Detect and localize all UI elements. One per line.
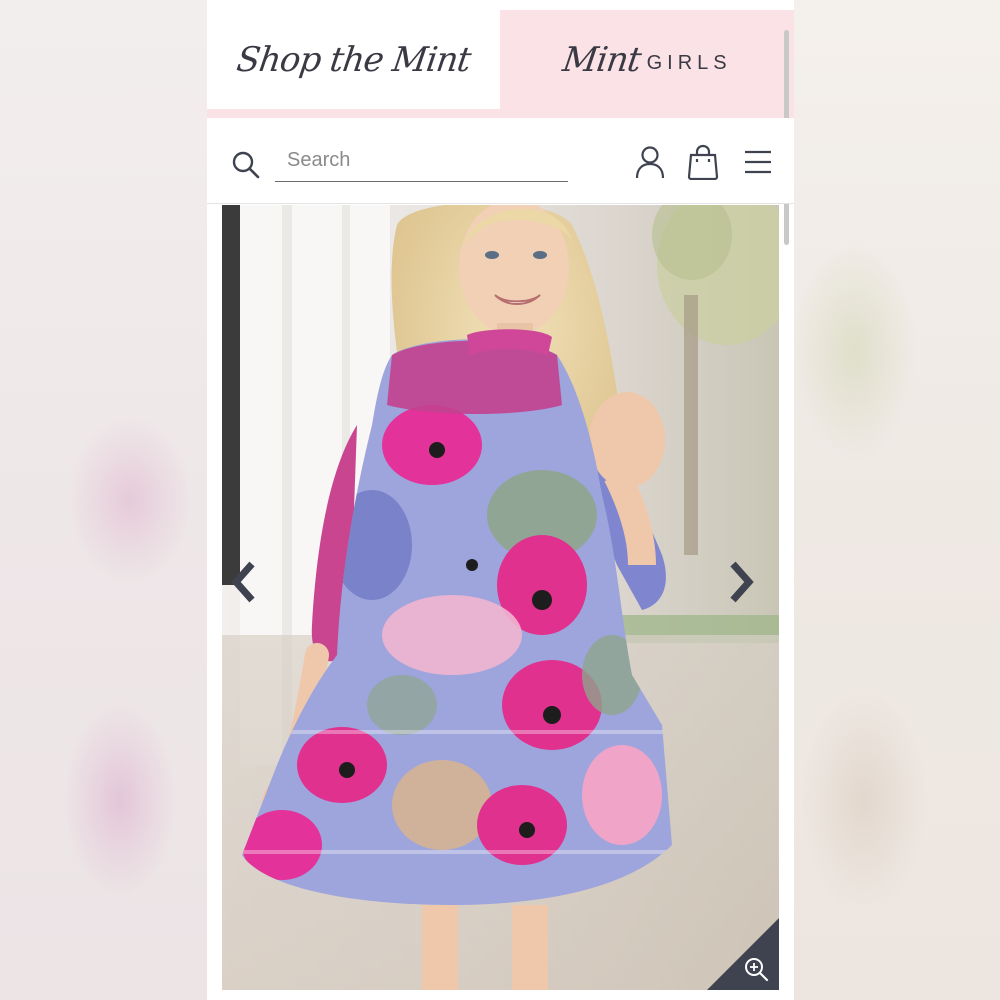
- tab-girls-script: Mint: [560, 39, 644, 80]
- product-image[interactable]: [222, 205, 779, 990]
- zoom-in-icon: [707, 918, 779, 990]
- mobile-screen: Shop the Mint Mint GIRLS: [207, 0, 794, 1000]
- background-blur-right: [794, 0, 1000, 1000]
- next-image-button[interactable]: [727, 560, 771, 616]
- tab-shop-label: Shop the Mint: [234, 39, 473, 80]
- chevron-left-icon: [231, 561, 255, 603]
- tab-mint-girls[interactable]: Mint GIRLS: [501, 10, 794, 109]
- search-icon[interactable]: [231, 150, 261, 180]
- tab-girls-word: GIRLS: [646, 52, 732, 74]
- product-photo-illustration: [222, 205, 779, 990]
- previous-image-button[interactable]: [230, 560, 274, 616]
- brand-tabs-bar: Shop the Mint Mint GIRLS: [207, 10, 794, 118]
- user-icon[interactable]: [634, 144, 666, 180]
- zoom-button[interactable]: [707, 918, 779, 990]
- hamburger-menu-icon[interactable]: [743, 144, 773, 180]
- tab-shop-the-mint[interactable]: Shop the Mint: [207, 10, 500, 109]
- site-header: [207, 118, 794, 204]
- background-blur-left: [0, 0, 207, 1000]
- search-input[interactable]: [275, 140, 568, 182]
- shopping-bag-icon[interactable]: [687, 144, 719, 180]
- chevron-right-icon: [730, 561, 754, 603]
